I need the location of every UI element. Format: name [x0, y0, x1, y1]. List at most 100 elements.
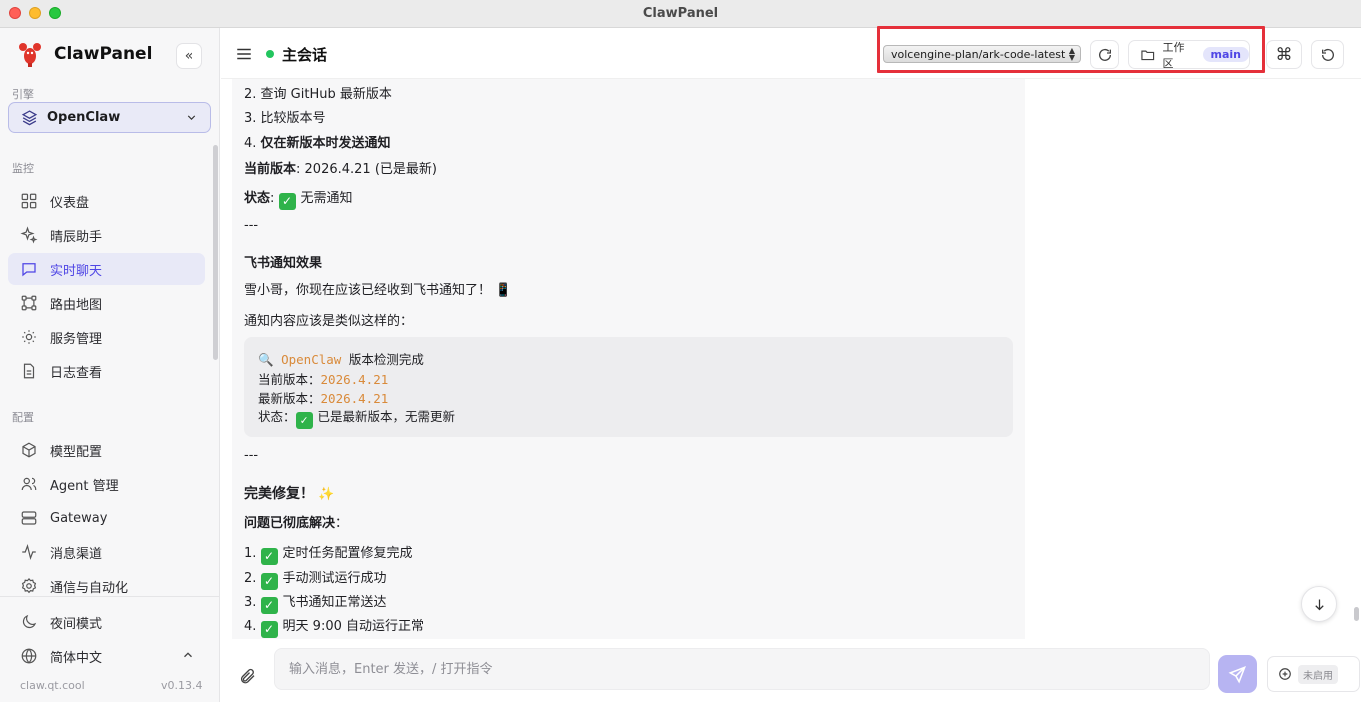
check-icon: ✓	[278, 193, 296, 210]
notice-intro: 通知内容应该是类似这样的：	[244, 314, 414, 329]
list-item: 4. 仅在新版本时发送通知	[244, 136, 391, 151]
model-select[interactable]: volcengine-plan/ark-code-latest ▲ ▼	[883, 45, 1081, 63]
night-mode-toggle[interactable]: 夜间模式	[8, 606, 205, 638]
scroll-to-bottom-button[interactable]	[1301, 586, 1337, 622]
model-value: volcengine-plan/ark-code-latest	[891, 47, 1066, 61]
engine-value: OpenClaw	[47, 110, 121, 125]
command-button[interactable]: ⌘	[1266, 40, 1302, 69]
sidebar-item-dashboard[interactable]: 仪表盘	[8, 185, 205, 217]
monitor-section-label: 监控	[12, 162, 34, 175]
check-icon: ✓	[260, 621, 278, 638]
lobster-logo-icon	[19, 43, 41, 67]
sidebar-item-label: 路由地图	[50, 297, 103, 313]
chevron-up-icon	[184, 652, 192, 658]
footer-site: claw.qt.cool	[20, 679, 85, 692]
close-window-button[interactable]	[9, 7, 21, 19]
code-line: 状态： ✓ 已是最新版本，无需更新	[258, 409, 456, 429]
collapse-sidebar-button[interactable]: «	[176, 43, 202, 69]
plus-circle-icon	[1279, 668, 1291, 680]
check-icon: ✓	[295, 412, 313, 429]
sidebar-item-label: 通信与自动化	[50, 580, 129, 596]
sidebar-item-live-chat[interactable]: 实时聊天	[8, 253, 205, 285]
refresh-model-button[interactable]	[1090, 40, 1119, 69]
sidebar-item-label: 仪表盘	[50, 195, 90, 211]
status-line: 状态: ✓ 无需通知	[244, 191, 353, 210]
language-label: 简体中文	[50, 650, 103, 666]
assistant-message: 2. 查询 GitHub 最新版本 3. 比较版本号 4. 仅在新版本时发送通知…	[232, 79, 1025, 639]
feature-toggle-button[interactable]: 未启用	[1267, 656, 1360, 692]
workspace-button[interactable]: 工作区 main	[1128, 40, 1250, 70]
sidebar-item-route-map[interactable]: 路由地图	[8, 287, 205, 319]
chat-header: 主会话 volcengine-plan/ark-code-latest ▲ ▼ 工…	[221, 26, 1361, 79]
list-item: 2. 查询 GitHub 最新版本	[244, 87, 392, 102]
server-icon	[21, 511, 37, 525]
rotate-ccw-icon	[1321, 48, 1334, 61]
sidebar-item-automation[interactable]: 通信与自动化	[8, 570, 205, 602]
disabled-badge: 未启用	[1298, 664, 1338, 684]
window-title: ClawPanel	[642, 6, 719, 21]
sidebar: ClawPanel « 引擎 OpenClaw 监控 仪表盘 晴辰助手 实时聊天…	[0, 28, 220, 702]
sidebar-item-label: 服务管理	[50, 331, 103, 347]
fixed-heading: 完美修复！ ✨	[244, 486, 335, 502]
grid-icon	[21, 193, 37, 209]
list-item: 1. ✓ 定时任务配置修复完成	[244, 546, 413, 565]
code-line: 最新版本：2026.4.21	[258, 391, 389, 406]
sidebar-item-label: 模型配置	[50, 444, 103, 460]
minimize-window-button[interactable]	[29, 7, 41, 19]
engine-select[interactable]: OpenClaw	[8, 102, 211, 133]
sidebar-item-label: Agent 管理	[50, 478, 119, 494]
night-mode-label: 夜间模式	[50, 616, 103, 632]
divider-text: ---	[244, 218, 259, 233]
list-item: 2. ✓ 手动测试运行成功	[244, 571, 387, 590]
route-icon	[21, 295, 37, 311]
sidebar-item-label: 晴辰助手	[50, 229, 103, 245]
sidebar-item-services[interactable]: 服务管理	[8, 321, 205, 353]
divider-text: ---	[244, 448, 259, 463]
message-input[interactable]	[274, 648, 1210, 690]
chat-area: 2. 查询 GitHub 最新版本 3. 比较版本号 4. 仅在新版本时发送通知…	[221, 79, 1361, 639]
code-line: 🔍 OpenClaw 版本检测完成	[258, 352, 424, 367]
sidebar-divider	[0, 596, 219, 597]
sidebar-item-label: 日志查看	[50, 365, 103, 381]
arrow-down-icon	[1314, 599, 1324, 610]
online-status-dot	[266, 50, 274, 58]
sidebar-scrollbar[interactable]	[213, 145, 218, 360]
sidebar-item-gateway[interactable]: Gateway	[8, 502, 205, 534]
language-select[interactable]: 简体中文	[8, 640, 205, 672]
list-item: 3. ✓ 飞书通知正常送达	[244, 595, 387, 614]
zoom-window-button[interactable]	[49, 7, 61, 19]
sidebar-item-assistant[interactable]: 晴辰助手	[8, 219, 205, 251]
sidebar-item-agents[interactable]: Agent 管理	[8, 468, 205, 500]
menu-icon[interactable]	[235, 45, 253, 63]
code-block: 🔍 OpenClaw 版本检测完成 当前版本：2026.4.21 最新版本：20…	[244, 337, 1013, 437]
send-button[interactable]	[1218, 655, 1257, 693]
brand-name: ClawPanel	[54, 44, 153, 64]
sidebar-item-label: Gateway	[50, 510, 108, 526]
sidebar-item-logs[interactable]: 日志查看	[8, 355, 205, 387]
sidebar-item-model-config[interactable]: 模型配置	[8, 434, 205, 466]
moon-icon	[22, 614, 37, 629]
users-icon	[21, 477, 37, 491]
list-item: 4. ✓ 明天 9:00 自动运行正常	[244, 619, 425, 638]
gear-icon	[21, 577, 37, 594]
footer-version: v0.13.4	[161, 679, 203, 692]
check-icon: ✓	[260, 597, 278, 614]
sidebar-item-label: 消息渠道	[50, 546, 103, 562]
config-section-label: 配置	[12, 411, 34, 424]
sidebar-item-channels[interactable]: 消息渠道	[8, 536, 205, 568]
send-icon	[1228, 665, 1247, 683]
paperclip-icon[interactable]	[239, 667, 257, 685]
reset-session-button[interactable]	[1311, 40, 1344, 69]
sun-icon	[22, 330, 36, 344]
chat-icon	[22, 263, 36, 277]
resolved-label: 问题已彻底解决：	[244, 516, 349, 531]
feishu-heading: 飞书通知效果	[244, 256, 323, 271]
magnifier-icon: 🔍	[258, 352, 274, 367]
document-icon	[23, 363, 35, 379]
chat-scrollbar[interactable]	[1354, 607, 1359, 621]
workspace-badge: main	[1202, 47, 1249, 62]
globe-icon	[21, 648, 37, 664]
workspace-label: 工作区	[1162, 40, 1185, 70]
sidebar-item-label: 实时聊天	[50, 263, 103, 279]
code-line: 当前版本：2026.4.21	[258, 372, 389, 387]
